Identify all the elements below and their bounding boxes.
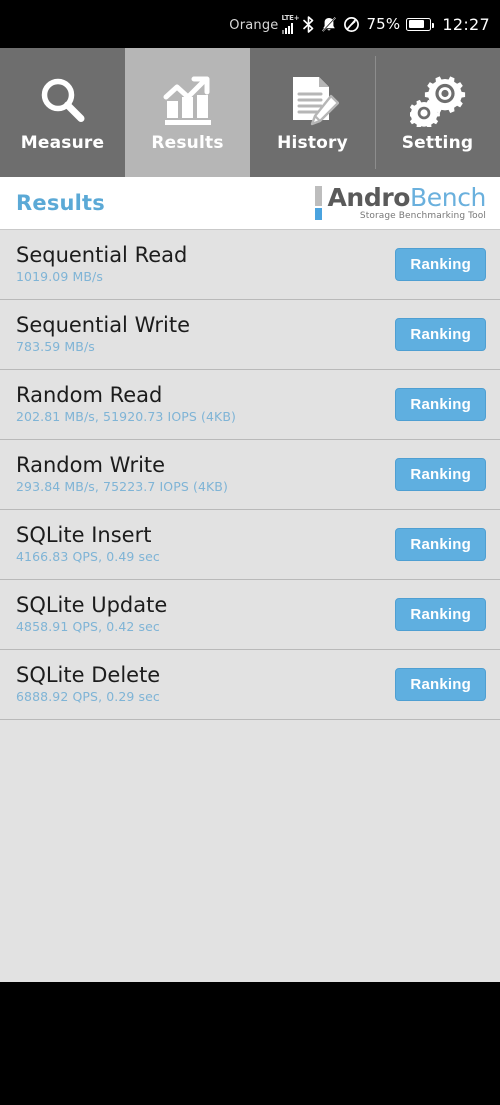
system-navigation-bar [0,982,500,1105]
magnifier-icon [36,73,90,129]
ranking-button[interactable]: Ranking [395,318,486,351]
carrier-name: Orange [229,17,279,33]
result-row-texts: Random Write 293.84 MB/s, 75223.7 IOPS (… [16,455,228,494]
tab-history[interactable]: History [250,48,375,177]
clock-label: 12:27 [442,14,490,34]
result-row-random-read[interactable]: Random Read 202.81 MB/s, 51920.73 IOPS (… [0,370,500,440]
logo-bench-label: Bench [410,183,486,212]
result-row-random-write[interactable]: Random Write 293.84 MB/s, 75223.7 IOPS (… [0,440,500,510]
bar-chart-trend-icon [161,73,215,129]
result-title: Random Write [16,453,166,478]
signal-bars-icon [281,22,293,34]
battery-icon [406,17,435,31]
results-list: Sequential Read 1019.09 MB/s Ranking Seq… [0,230,500,982]
result-value: 4166.83 QPS, 0.49 sec [16,549,160,565]
result-title: Random Read [16,383,163,408]
status-bar: Orange LTE+ 75% 12:27 [0,0,500,48]
ranking-button[interactable]: Ranking [395,598,486,631]
androbench-logo: AndroBench Storage Benchmarking Tool [315,185,486,221]
result-row-texts: SQLite Update 4858.91 QPS, 0.42 sec [16,595,167,634]
result-row-texts: SQLite Insert 4166.83 QPS, 0.49 sec [16,525,160,564]
result-row-texts: SQLite Delete 6888.92 QPS, 0.29 sec [16,665,160,704]
main-tab-bar: Measure Results History Setting [0,48,500,177]
phone-screen: Orange LTE+ 75% 12:27 Measure Results Hi… [0,0,500,1105]
tab-measure-label: Measure [20,133,105,153]
result-value: 4858.91 QPS, 0.42 sec [16,619,160,635]
page-title: Results [16,191,105,215]
gears-icon [409,73,466,129]
network-type-label: LTE+ [281,13,300,22]
bluetooth-icon [302,15,315,33]
logo-text: AndroBench Storage Benchmarking Tool [327,185,486,221]
result-row-texts: Sequential Write 783.59 MB/s [16,315,190,354]
carrier-indicator: Orange LTE+ [229,13,300,34]
status-icons-group: 75% 12:27 [302,15,490,34]
bell-muted-icon [321,16,337,33]
tab-setting[interactable]: Setting [375,48,500,177]
tab-setting-label: Setting [401,133,474,153]
app-header: Results AndroBench Storage Benchmarking … [0,177,500,230]
logo-tagline: Storage Benchmarking Tool [359,211,486,221]
result-row-sequential-read[interactable]: Sequential Read 1019.09 MB/s Ranking [0,230,500,300]
result-row-sqlite-update[interactable]: SQLite Update 4858.91 QPS, 0.42 sec Rank… [0,580,500,650]
result-title: Sequential Write [16,313,191,338]
logo-bars-icon [315,186,323,220]
result-row-sqlite-delete[interactable]: SQLite Delete 6888.92 QPS, 0.29 sec Rank… [0,650,500,720]
logo-andro-label: Andro [327,183,411,212]
do-not-disturb-icon [343,16,360,33]
result-title: Sequential Read [16,243,188,268]
result-value: 6888.92 QPS, 0.29 sec [16,689,160,705]
result-row-texts: Sequential Read 1019.09 MB/s [16,245,187,284]
result-row-sqlite-insert[interactable]: SQLite Insert 4166.83 QPS, 0.49 sec Rank… [0,510,500,580]
tab-results-label: Results [151,133,224,153]
tab-measure[interactable]: Measure [0,48,125,177]
result-row-texts: Random Read 202.81 MB/s, 51920.73 IOPS (… [16,385,236,424]
result-value: 783.59 MB/s [16,339,95,355]
tab-history-label: History [277,133,348,153]
result-title: SQLite Insert [16,523,152,548]
result-value: 1019.09 MB/s [16,269,103,285]
ranking-button[interactable]: Ranking [395,248,486,281]
ranking-button[interactable]: Ranking [395,668,486,701]
result-title: SQLite Delete [16,663,161,688]
ranking-button[interactable]: Ranking [395,528,486,561]
network-signal-group: LTE+ [281,13,300,34]
ranking-button[interactable]: Ranking [395,458,486,491]
document-pencil-icon [287,73,339,129]
result-row-sequential-write[interactable]: Sequential Write 783.59 MB/s Ranking [0,300,500,370]
ranking-button[interactable]: Ranking [395,388,486,421]
result-value: 202.81 MB/s, 51920.73 IOPS (4KB) [16,409,237,425]
result-value: 293.84 MB/s, 75223.7 IOPS (4KB) [16,479,228,495]
result-title: SQLite Update [16,593,168,618]
tab-results[interactable]: Results [125,48,250,177]
battery-percent-label: 75% [366,15,401,33]
